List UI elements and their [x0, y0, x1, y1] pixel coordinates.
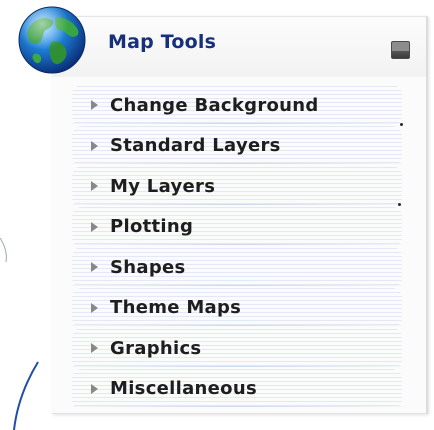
menu-item-graphics[interactable]: Graphics: [72, 328, 402, 369]
triangle-right-icon: [88, 100, 100, 111]
menu-item-label: Change Background: [110, 94, 319, 116]
panel-title: Map Tools: [108, 31, 217, 53]
map-tools-menu: Change Background Standard Layers My Lay…: [72, 85, 402, 409]
menu-item-miscellaneous[interactable]: Miscellaneous: [72, 368, 402, 409]
triangle-right-icon: [88, 343, 100, 354]
panel-header: Map Tools: [52, 17, 426, 77]
menu-item-label: Graphics: [110, 337, 202, 359]
triangle-right-icon: [88, 140, 100, 151]
triangle-right-icon: [88, 302, 100, 313]
map-tools-panel: Map Tools Change Background Standard Lay…: [52, 16, 428, 414]
triangle-right-icon: [88, 383, 100, 394]
menu-item-label: Theme Maps: [110, 297, 242, 319]
globe-icon: [18, 6, 86, 74]
menu-item-change-background[interactable]: Change Background: [72, 85, 402, 126]
menu-item-my-layers[interactable]: My Layers: [72, 166, 402, 207]
menu-item-standard-layers[interactable]: Standard Layers: [72, 125, 402, 166]
menu-item-plotting[interactable]: Plotting: [72, 206, 402, 247]
menu-item-theme-maps[interactable]: Theme Maps: [72, 287, 402, 328]
triangle-right-icon: [88, 262, 100, 273]
triangle-right-icon: [88, 181, 100, 192]
scan-speck: [400, 123, 403, 126]
menu-item-label: Shapes: [110, 256, 186, 278]
menu-item-label: Standard Layers: [110, 135, 281, 157]
minimize-icon[interactable]: [391, 41, 410, 59]
menu-item-shapes[interactable]: Shapes: [72, 247, 402, 288]
scan-speck: [398, 203, 401, 206]
menu-item-label: Miscellaneous: [110, 378, 257, 400]
triangle-right-icon: [88, 221, 100, 232]
menu-item-label: Plotting: [110, 216, 194, 238]
menu-item-label: My Layers: [110, 175, 216, 197]
screen: Map Tools Change Background Standard Lay…: [0, 0, 434, 430]
